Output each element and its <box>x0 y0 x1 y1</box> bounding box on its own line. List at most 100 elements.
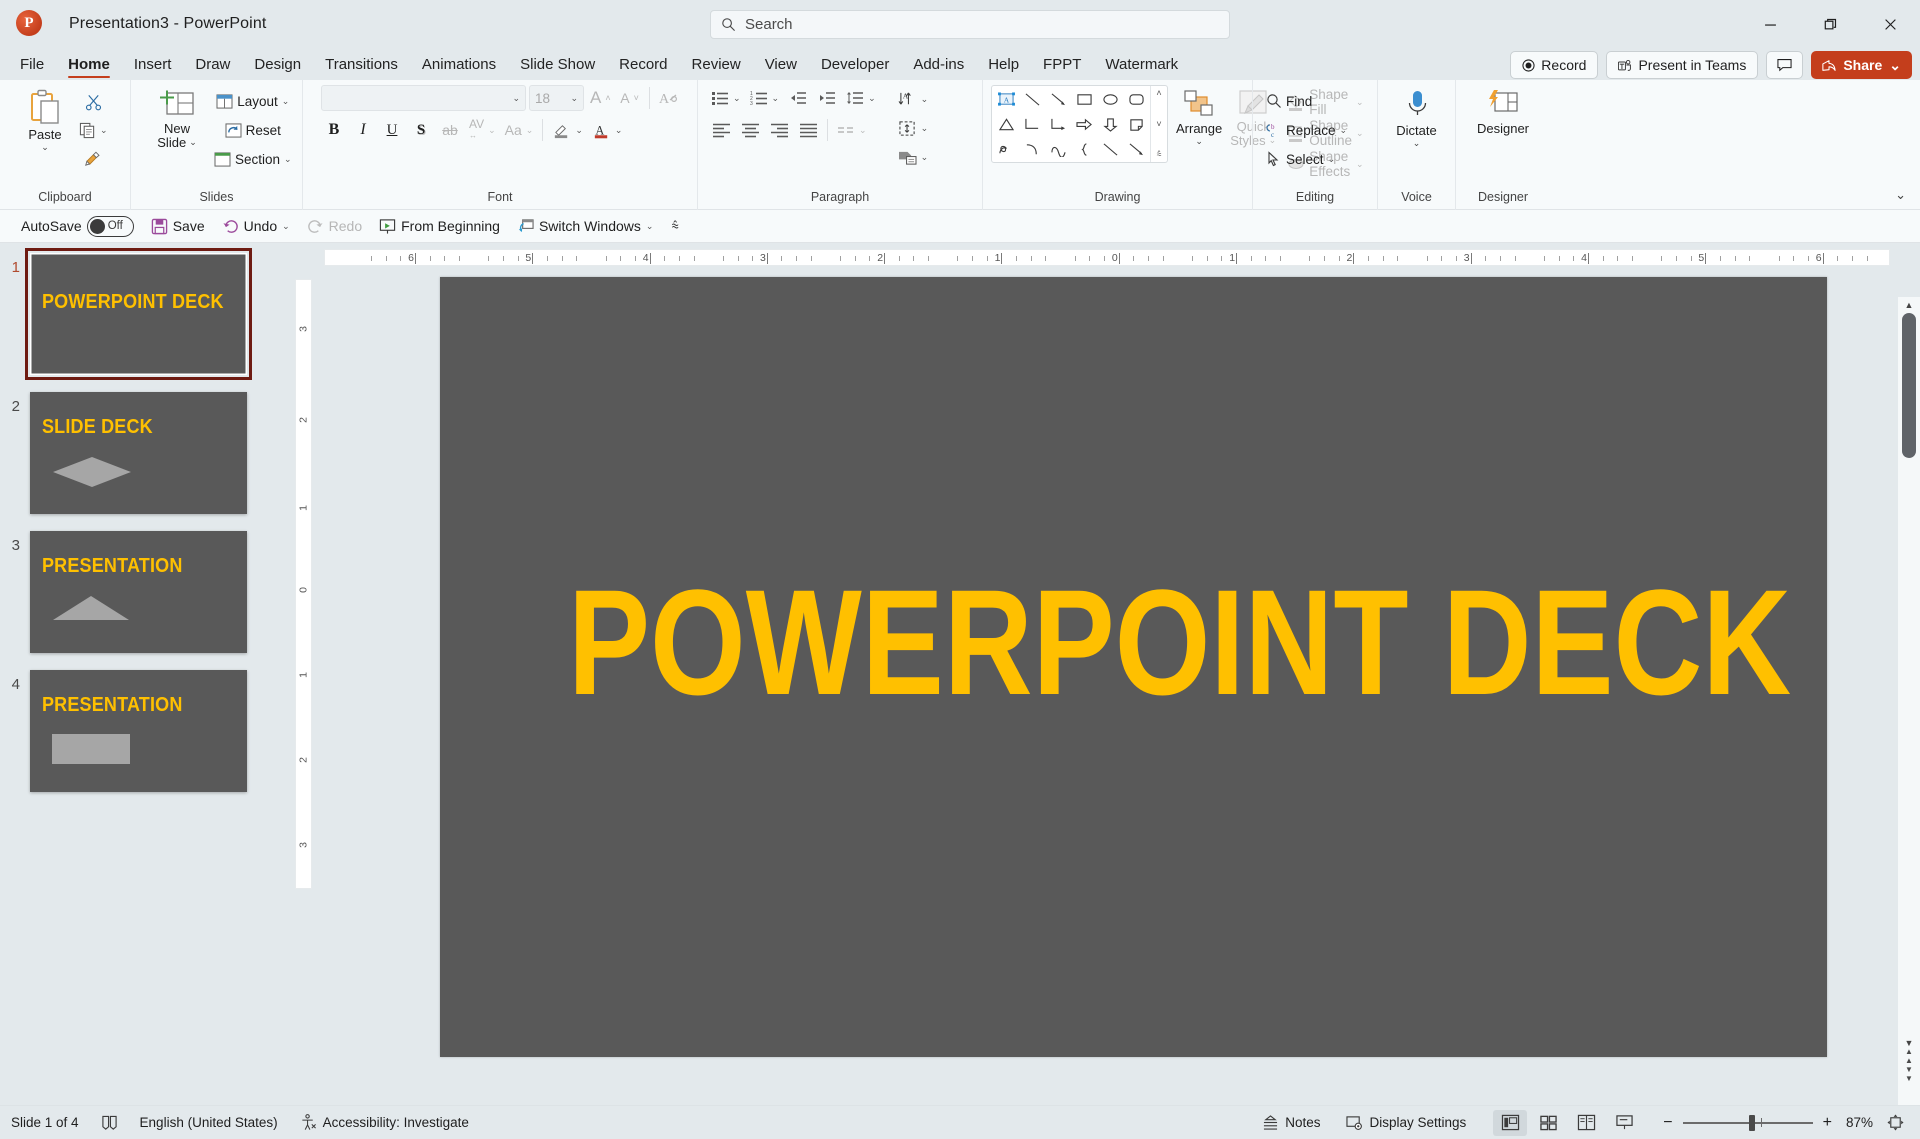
underline-button[interactable]: U <box>379 117 405 143</box>
columns-button[interactable]: ⌄ <box>834 117 870 143</box>
scroll-up-arrow-icon[interactable]: ▲ <box>1898 297 1920 313</box>
font-name-input[interactable]: ⌄ <box>321 85 526 111</box>
layout-caret-icon[interactable]: ⌄ <box>282 96 290 107</box>
present-in-teams-button[interactable]: Present in Teams <box>1606 51 1759 79</box>
tab-design[interactable]: Design <box>242 52 313 80</box>
spellcheck-button[interactable] <box>90 1110 129 1136</box>
font-size-caret-icon[interactable]: ⌄ <box>570 93 578 104</box>
slide-thumbnail-4[interactable]: PRESENTATION <box>30 670 247 792</box>
shape-rectangle[interactable] <box>1071 87 1097 112</box>
slide-thumbnail-3[interactable]: PRESENTATION <box>30 531 247 653</box>
shape-down-arrow[interactable] <box>1097 112 1123 137</box>
cut-button[interactable] <box>76 89 111 115</box>
gallery-scroll-down-icon[interactable]: ˅ <box>1156 119 1161 129</box>
font-size-input[interactable]: 18 ⌄ <box>529 85 584 111</box>
shape-arc[interactable] <box>1019 137 1045 162</box>
paste-caret-icon[interactable]: ⌄ <box>41 142 49 153</box>
next-slide-icon[interactable]: ▼ ▼ <box>1900 1065 1918 1083</box>
tab-slide-show[interactable]: Slide Show <box>508 52 607 80</box>
numbering-button[interactable]: 123 ⌄ <box>747 85 783 111</box>
justify-button[interactable] <box>795 117 821 143</box>
increase-indent-button[interactable] <box>814 85 840 111</box>
arrange-caret-icon[interactable]: ⌄ <box>1195 136 1203 147</box>
tab-file[interactable]: File <box>8 52 56 80</box>
normal-view-button[interactable] <box>1493 1109 1528 1136</box>
thumbnail-row-3[interactable]: 3 PRESENTATION <box>0 531 290 653</box>
zoom-level[interactable]: 87% <box>1842 1110 1877 1136</box>
undo-caret-icon[interactable]: ⌄ <box>282 221 290 232</box>
align-left-button[interactable] <box>708 117 734 143</box>
accessibility-button[interactable]: Accessibility: Investigate <box>289 1110 480 1136</box>
bold-button[interactable]: B <box>321 117 347 143</box>
tab-review[interactable]: Review <box>680 52 753 80</box>
share-caret-icon[interactable]: ⌄ <box>1889 57 1901 74</box>
save-button[interactable]: Save <box>144 214 212 239</box>
change-case-button[interactable]: Aa ⌄ <box>502 117 537 143</box>
select-button[interactable]: Select ⌄ <box>1263 146 1338 172</box>
search-box[interactable]: Search <box>710 10 1230 39</box>
slide-canvas[interactable]: POWERPOINT DECK <box>440 277 1827 1057</box>
align-center-button[interactable] <box>737 117 763 143</box>
zoom-slider[interactable] <box>1682 1114 1813 1132</box>
shape-gallery[interactable]: A ˄ ˅ ⩯ <box>991 85 1168 163</box>
slide-title-text[interactable]: POWERPOINT DECK <box>568 567 1791 717</box>
shape-scribble[interactable] <box>993 137 1019 162</box>
customize-quick-access-button[interactable]: ⩯ <box>663 214 687 239</box>
decrease-indent-button[interactable] <box>785 85 811 111</box>
tab-home[interactable]: Home <box>56 52 122 80</box>
gallery-more-icon[interactable]: ⩯ <box>1156 149 1161 160</box>
shape-gallery-scroll[interactable]: ˄ ˅ ⩯ <box>1150 86 1167 162</box>
thumbnail-row-4[interactable]: 4 PRESENTATION <box>0 670 290 792</box>
strikethrough-button[interactable]: ab <box>437 117 463 143</box>
paste-button[interactable]: Paste ⌄ <box>14 85 76 153</box>
shape-right-arrow[interactable] <box>1071 112 1097 137</box>
shape-triangle[interactable] <box>993 112 1019 137</box>
shape-left-brace[interactable] <box>1071 137 1097 162</box>
copy-caret-icon[interactable]: ⌄ <box>100 125 108 136</box>
bullets-button[interactable]: ⌄ <box>708 85 744 111</box>
tab-fppt[interactable]: FPPT <box>1031 52 1093 80</box>
slideshow-view-button[interactable] <box>1607 1110 1641 1136</box>
slide-indicator[interactable]: Slide 1 of 4 <box>0 1110 90 1136</box>
tab-view[interactable]: View <box>753 52 809 80</box>
restore-button[interactable] <box>1800 0 1860 48</box>
autosave-toggle[interactable]: Off <box>86 215 134 237</box>
tab-animations[interactable]: Animations <box>410 52 508 80</box>
shape-textbox[interactable]: A <box>993 87 1019 112</box>
redo-button[interactable]: Redo <box>300 214 369 239</box>
minimize-button[interactable] <box>1740 0 1800 48</box>
ribbon-collapse-button[interactable]: ⌄ <box>1895 187 1906 203</box>
text-direction-button[interactable]: A ⌄ <box>895 86 932 112</box>
line-spacing-button[interactable]: ⌄ <box>843 85 879 111</box>
clear-formatting-button[interactable]: A <box>656 85 682 111</box>
tab-help[interactable]: Help <box>976 52 1031 80</box>
shape-elbow-connector[interactable] <box>1019 112 1045 137</box>
vertical-scrollbar[interactable]: ▲ ▼ ▲ ▲ ▼ ▼ <box>1898 297 1920 1105</box>
shape-folded-corner[interactable] <box>1123 112 1149 137</box>
text-highlight-button[interactable]: ⌄ <box>549 117 586 143</box>
text-shadow-button[interactable]: S <box>408 117 434 143</box>
thumbnail-row-1[interactable]: 1 POWERPOINT DECK <box>0 248 290 380</box>
increase-font-size-button[interactable]: A ˄ <box>587 85 614 111</box>
fit-to-window-button[interactable] <box>1881 1110 1910 1136</box>
decrease-font-size-button[interactable]: A ˅ <box>617 85 643 111</box>
select-caret-icon[interactable]: ⌄ <box>1328 154 1336 165</box>
tab-insert[interactable]: Insert <box>122 52 184 80</box>
italic-button[interactable]: I <box>350 117 376 143</box>
switch-windows-button[interactable]: Switch Windows ⌄ <box>510 214 660 239</box>
switch-windows-caret-icon[interactable]: ⌄ <box>646 221 654 232</box>
tab-watermark[interactable]: Watermark <box>1093 52 1190 80</box>
shape-arrow-2[interactable] <box>1123 137 1149 162</box>
designer-button[interactable]: Designer <box>1463 85 1543 135</box>
tab-transitions[interactable]: Transitions <box>313 52 410 80</box>
previous-next-slide-buttons[interactable]: ▲ ▲ ▼ ▼ <box>1900 1047 1918 1083</box>
section-button[interactable]: Section ⌄ <box>211 146 295 172</box>
shape-line[interactable] <box>1019 87 1045 112</box>
shape-elbow-arrow-connector[interactable] <box>1045 112 1071 137</box>
autosave-control[interactable]: AutoSave Off <box>14 214 141 239</box>
section-caret-icon[interactable]: ⌄ <box>284 154 292 165</box>
dictate-button[interactable]: Dictate ⌄ <box>1386 85 1448 149</box>
comments-button[interactable] <box>1766 51 1804 79</box>
align-text-button[interactable]: ⌄ <box>895 115 932 141</box>
from-beginning-button[interactable]: From Beginning <box>372 214 507 239</box>
